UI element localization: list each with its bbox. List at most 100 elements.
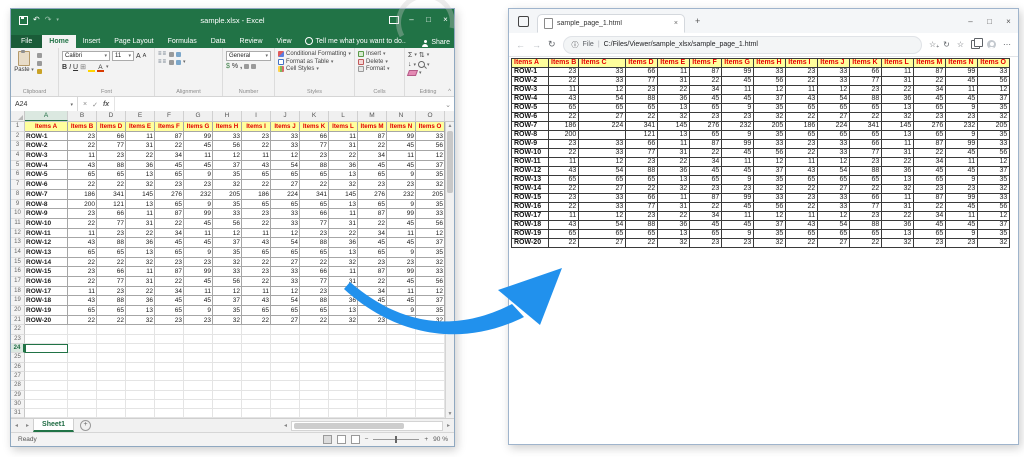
empty-cell[interactable] [416, 344, 445, 353]
excel-data-cell[interactable]: 13 [126, 248, 155, 258]
excel-data-cell[interactable]: 22 [358, 141, 387, 151]
empty-cell[interactable] [300, 372, 329, 381]
excel-data-cell[interactable]: 23 [358, 316, 387, 326]
zoom-slider[interactable] [373, 439, 419, 440]
orientation-icon[interactable] [169, 52, 174, 57]
column-header-B[interactable]: B [68, 111, 97, 121]
fill-color-icon[interactable] [88, 64, 95, 71]
excel-data-cell[interactable]: 65 [155, 248, 184, 258]
excel-data-cell[interactable]: 11 [242, 287, 271, 297]
excel-data-cell[interactable]: 13 [329, 248, 358, 258]
excel-data-cell[interactable]: 99 [184, 209, 213, 219]
empty-cell[interactable] [358, 409, 387, 418]
empty-cell[interactable] [97, 325, 126, 334]
excel-data-cell[interactable]: 23 [97, 287, 126, 297]
empty-cell[interactable] [416, 391, 445, 400]
empty-cell[interactable] [68, 325, 97, 334]
excel-data-cell[interactable]: 31 [329, 219, 358, 229]
grow-font-icon[interactable]: A [136, 53, 141, 60]
excel-data-cell[interactable]: 65 [358, 248, 387, 258]
empty-cell[interactable] [387, 391, 416, 400]
excel-data-cell[interactable]: 13 [126, 170, 155, 180]
excel-data-cell[interactable]: 22 [300, 316, 329, 326]
fill-icon[interactable]: ↓ [408, 61, 412, 68]
share-button[interactable]: Share [422, 39, 450, 46]
excel-data-cell[interactable]: 11 [184, 287, 213, 297]
excel-data-cell[interactable]: 27 [271, 316, 300, 326]
excel-data-cell[interactable]: 341 [97, 190, 126, 200]
row-number-14[interactable]: 14 [11, 248, 25, 258]
save-icon[interactable] [19, 16, 28, 25]
add-favorite-icon[interactable]: ☆ [929, 40, 936, 49]
excel-data-cell[interactable]: 77 [97, 277, 126, 287]
redo-icon[interactable]: ↷ [45, 16, 52, 24]
excel-data-cell[interactable]: 36 [329, 296, 358, 306]
font-name-select[interactable]: Calibri▾ [62, 51, 110, 61]
empty-cell[interactable] [25, 325, 68, 334]
empty-cell[interactable] [25, 335, 68, 344]
excel-data-cell[interactable]: 11 [329, 132, 358, 142]
excel-data-cell[interactable]: 65 [300, 306, 329, 316]
empty-cell[interactable] [155, 372, 184, 381]
format-cells-button[interactable]: Format▾ [358, 66, 401, 72]
excel-row-label-cell[interactable]: ROW-16 [25, 277, 68, 287]
excel-data-cell[interactable]: 23 [387, 180, 416, 190]
excel-data-cell[interactable]: 12 [416, 229, 445, 239]
excel-row-label-cell[interactable]: ROW-11 [25, 229, 68, 239]
empty-cell[interactable] [242, 381, 271, 390]
empty-cell[interactable] [97, 381, 126, 390]
excel-data-cell[interactable]: 11 [126, 209, 155, 219]
excel-header-cell[interactable]: Items E [126, 122, 155, 132]
excel-data-cell[interactable]: 32 [126, 180, 155, 190]
column-header-E[interactable]: E [126, 111, 155, 121]
excel-data-cell[interactable]: 34 [358, 229, 387, 239]
excel-data-cell[interactable]: 65 [271, 306, 300, 316]
column-header-L[interactable]: L [329, 111, 358, 121]
excel-data-cell[interactable]: 11 [68, 287, 97, 297]
forward-icon[interactable]: → [532, 40, 541, 50]
column-header-J[interactable]: J [271, 111, 300, 121]
page-break-view-icon[interactable] [351, 435, 360, 444]
excel-header-cell[interactable]: Items L [329, 122, 358, 132]
excel-data-cell[interactable]: 32 [416, 258, 445, 268]
excel-data-cell[interactable]: 23 [184, 316, 213, 326]
excel-data-cell[interactable]: 88 [97, 238, 126, 248]
excel-data-cell[interactable]: 45 [387, 296, 416, 306]
empty-cell[interactable] [213, 363, 242, 372]
excel-data-cell[interactable]: 88 [97, 296, 126, 306]
excel-data-cell[interactable]: 12 [416, 151, 445, 161]
excel-data-cell[interactable]: 9 [387, 248, 416, 258]
row-number-9[interactable]: 9 [11, 200, 25, 210]
excel-data-cell[interactable]: 45 [155, 161, 184, 171]
page-info-icon[interactable]: ⓘ [572, 40, 579, 50]
excel-data-cell[interactable]: 12 [271, 287, 300, 297]
row-number-5[interactable]: 5 [11, 161, 25, 171]
column-header-I[interactable]: I [242, 111, 271, 121]
empty-cell[interactable] [416, 372, 445, 381]
excel-data-cell[interactable]: 22 [68, 316, 97, 326]
excel-data-cell[interactable]: 13 [329, 170, 358, 180]
excel-data-cell[interactable]: 32 [416, 180, 445, 190]
empty-cell[interactable] [97, 400, 126, 409]
empty-cell[interactable] [25, 391, 68, 400]
scrollbar-thumb[interactable] [447, 131, 453, 193]
column-header-G[interactable]: G [184, 111, 213, 121]
excel-data-cell[interactable]: 45 [184, 161, 213, 171]
row-number-21[interactable]: 21 [11, 316, 25, 326]
excel-data-cell[interactable]: 65 [271, 248, 300, 258]
excel-data-cell[interactable]: 33 [416, 267, 445, 277]
excel-data-cell[interactable]: 45 [184, 238, 213, 248]
excel-data-cell[interactable]: 32 [213, 316, 242, 326]
zoom-slider-thumb[interactable] [395, 436, 397, 443]
empty-cell[interactable] [242, 344, 271, 353]
excel-data-cell[interactable]: 23 [155, 180, 184, 190]
percent-style-icon[interactable]: % [232, 63, 238, 70]
excel-data-cell[interactable]: 45 [358, 296, 387, 306]
excel-data-cell[interactable]: 35 [213, 306, 242, 316]
excel-data-cell[interactable]: 27 [271, 258, 300, 268]
excel-data-cell[interactable]: 35 [213, 248, 242, 258]
excel-data-cell[interactable]: 56 [416, 277, 445, 287]
excel-data-cell[interactable]: 224 [271, 190, 300, 200]
empty-cell[interactable] [126, 372, 155, 381]
excel-data-cell[interactable]: 99 [387, 132, 416, 142]
